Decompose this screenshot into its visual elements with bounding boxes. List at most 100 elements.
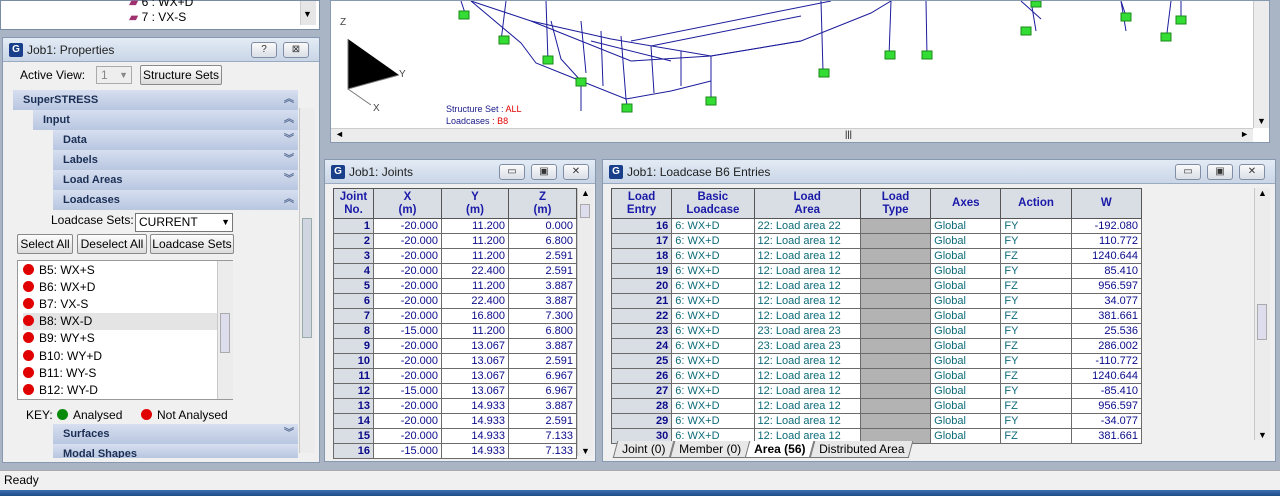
col-basic-loadcase[interactable]: Basic Loadcase xyxy=(671,188,755,219)
col-joint-no[interactable]: Joint No. xyxy=(333,188,374,219)
table-cell[interactable]: -34.077 xyxy=(1070,413,1143,429)
table-cell[interactable]: -20.000 xyxy=(373,248,442,264)
table-cell[interactable]: Global xyxy=(930,323,1002,339)
table-cell[interactable]: 6 xyxy=(333,293,374,309)
table-cell[interactable]: Global xyxy=(930,263,1002,279)
table-cell[interactable]: FZ xyxy=(1000,368,1072,384)
table-row[interactable]: 24 6: WX+D 23: Load area 23 Global FZ 286.002 xyxy=(610,338,1143,354)
loadcase-list-item[interactable]: B9: WY+S xyxy=(23,330,95,347)
col-action[interactable]: Action xyxy=(1000,188,1072,219)
table-cell[interactable]: -20.000 xyxy=(373,293,442,309)
table-cell[interactable]: -20.000 xyxy=(373,413,442,429)
table-cell[interactable]: 16 xyxy=(333,443,374,459)
restore-button[interactable]: ▣ xyxy=(531,164,557,180)
table-cell[interactable]: Global xyxy=(930,368,1002,384)
tree-scrollbar[interactable]: ▼ xyxy=(300,1,316,25)
table-row[interactable]: 28 6: WX+D 12: Load area 12 Global FZ 956.597 xyxy=(610,398,1143,414)
table-cell[interactable]: 7.133 xyxy=(508,428,577,444)
table-cell[interactable]: 1240.644 xyxy=(1070,248,1143,264)
table-cell[interactable]: 11.200 xyxy=(441,323,509,339)
restore-button[interactable]: ▣ xyxy=(1207,164,1233,180)
table-cell[interactable]: 6: WX+D xyxy=(671,413,755,429)
table-cell[interactable]: 11.200 xyxy=(441,218,509,234)
table-cell[interactable]: 12: Load area 12 xyxy=(753,353,861,369)
table-cell[interactable]: 6: WX+D xyxy=(671,323,755,339)
table-row[interactable]: 10 -20.000 13.067 2.591 xyxy=(333,353,577,369)
table-cell[interactable]: Global xyxy=(930,428,1002,444)
table-cell[interactable]: 15 xyxy=(333,428,374,444)
structure-sets-button[interactable]: Structure Sets xyxy=(140,65,222,85)
table-row[interactable]: 15 -20.000 14.933 7.133 xyxy=(333,428,577,444)
tab-distributed-area[interactable]: Distributed Area xyxy=(809,441,914,458)
tree-surfaces[interactable]: Surfaces ︾ xyxy=(53,424,298,444)
table-cell[interactable]: 6: WX+D xyxy=(671,293,755,309)
table-cell[interactable]: -20.000 xyxy=(373,308,442,324)
table-cell[interactable]: -15.000 xyxy=(373,383,442,399)
minimize-button[interactable]: ▭ xyxy=(499,164,525,180)
table-cell[interactable]: 13.067 xyxy=(441,383,509,399)
tree-modal-shapes[interactable]: Modal Shapes xyxy=(53,444,298,458)
table-row[interactable]: 9 -20.000 13.067 3.887 xyxy=(333,338,577,354)
table-row[interactable]: 22 6: WX+D 12: Load area 12 Global FZ 381.661 xyxy=(610,308,1143,324)
tree-data[interactable]: Data ︾ xyxy=(53,130,298,150)
table-cell[interactable]: 3.887 xyxy=(508,338,577,354)
table-cell[interactable]: FY xyxy=(1000,353,1072,369)
view-horizontal-scrollbar[interactable]: ◄ ||| ► xyxy=(331,128,1253,142)
table-cell[interactable] xyxy=(859,308,932,324)
table-cell[interactable]: -20.000 xyxy=(373,353,442,369)
close-button[interactable]: ✕ xyxy=(1239,164,1265,180)
table-cell[interactable]: 956.597 xyxy=(1070,278,1143,294)
table-cell[interactable]: 20 xyxy=(610,278,673,294)
table-cell[interactable]: 19 xyxy=(610,263,673,279)
loadcase-list-item[interactable]: B8: WX-D xyxy=(23,313,217,331)
table-cell[interactable]: 6.800 xyxy=(508,233,577,249)
table-row[interactable]: 27 6: WX+D 12: Load area 12 Global FY -85.410 xyxy=(610,383,1143,399)
table-cell[interactable]: 26 xyxy=(610,368,673,384)
table-cell[interactable] xyxy=(859,278,932,294)
table-cell[interactable]: 11.200 xyxy=(441,278,509,294)
table-cell[interactable]: FZ xyxy=(1000,338,1072,354)
col-axes[interactable]: Axes xyxy=(930,188,1002,219)
table-cell[interactable]: FZ xyxy=(1000,278,1072,294)
table-cell[interactable]: 6.967 xyxy=(508,368,577,384)
tree-load-areas[interactable]: Load Areas ︾ xyxy=(53,170,298,190)
tree-loadcases[interactable]: Loadcases ︽ xyxy=(53,190,298,210)
table-cell[interactable]: 110.772 xyxy=(1070,233,1143,249)
table-cell[interactable]: 14.933 xyxy=(441,443,509,459)
table-cell[interactable]: 6.800 xyxy=(508,323,577,339)
table-cell[interactable]: 4 xyxy=(333,263,374,279)
loadcase-list-item[interactable]: B11: WY-S xyxy=(23,365,96,382)
table-cell[interactable]: -15.000 xyxy=(373,323,442,339)
structure-3d-view[interactable]: Z Y X Structure Set : ALL Loadcases : B8… xyxy=(330,0,1270,143)
table-cell[interactable]: 34.077 xyxy=(1070,293,1143,309)
table-cell[interactable]: 6: WX+D xyxy=(671,368,755,384)
table-cell[interactable] xyxy=(859,248,932,264)
table-cell[interactable] xyxy=(859,353,932,369)
table-cell[interactable]: -110.772 xyxy=(1070,353,1143,369)
table-row[interactable]: 29 6: WX+D 12: Load area 12 Global FY -34.077 xyxy=(610,413,1143,429)
table-cell[interactable]: 7 xyxy=(333,308,374,324)
deselect-all-button[interactable]: Deselect All xyxy=(77,234,147,254)
table-cell[interactable]: FY xyxy=(1000,218,1072,234)
table-cell[interactable]: 14.933 xyxy=(441,428,509,444)
table-row[interactable]: 18 6: WX+D 12: Load area 12 Global FZ 1240.64… xyxy=(610,248,1143,264)
table-cell[interactable]: 85.410 xyxy=(1070,263,1143,279)
table-cell[interactable]: 22 xyxy=(610,308,673,324)
table-row[interactable]: 16 6: WX+D 22: Load area 22 Global FY -192.08… xyxy=(610,218,1143,234)
table-row[interactable]: 13 -20.000 14.933 3.887 xyxy=(333,398,577,414)
active-view-select[interactable]: 1 ▼ xyxy=(96,66,132,84)
table-cell[interactable] xyxy=(859,383,932,399)
table-cell[interactable]: 6: WX+D xyxy=(671,248,755,264)
table-cell[interactable]: 12 xyxy=(333,383,374,399)
table-cell[interactable]: Global xyxy=(930,308,1002,324)
table-cell[interactable]: Global xyxy=(930,383,1002,399)
table-cell[interactable]: 14 xyxy=(333,413,374,429)
table-cell[interactable]: 23: Load area 23 xyxy=(753,338,861,354)
loadcase-list-item[interactable]: B12: WY-D xyxy=(23,382,98,399)
table-cell[interactable]: 16.800 xyxy=(441,308,509,324)
table-cell[interactable]: 25.536 xyxy=(1070,323,1143,339)
table-cell[interactable]: 381.661 xyxy=(1070,308,1143,324)
table-row[interactable]: 12 -15.000 13.067 6.967 xyxy=(333,383,577,399)
table-cell[interactable]: 23 xyxy=(610,323,673,339)
help-button[interactable]: ? xyxy=(251,42,277,58)
